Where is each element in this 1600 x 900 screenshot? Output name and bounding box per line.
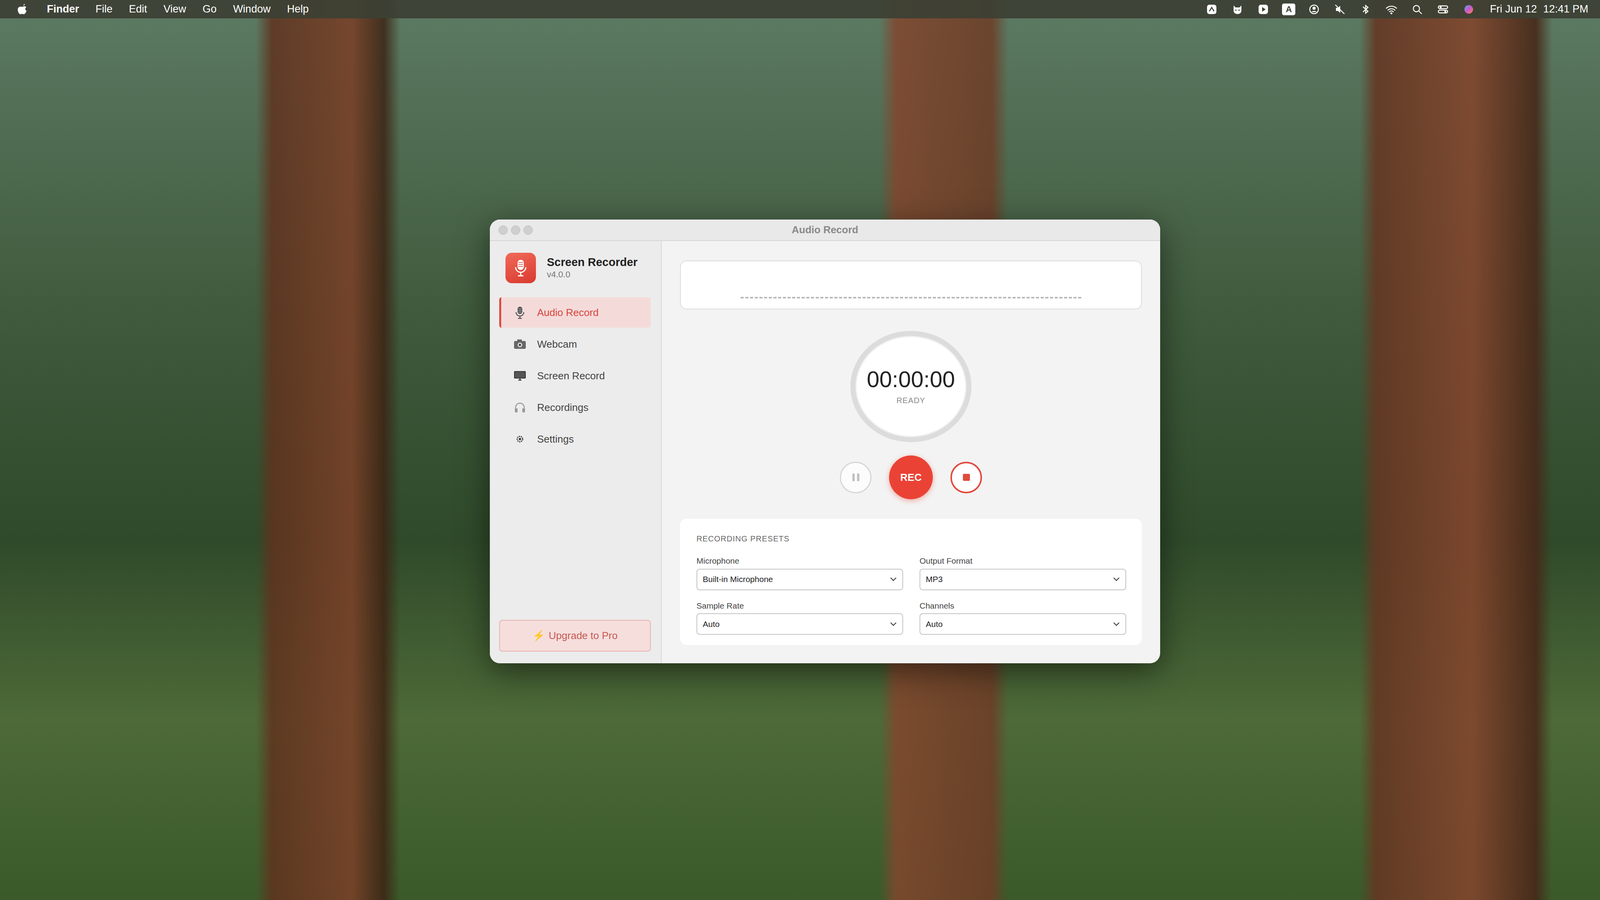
chevron-down-icon bbox=[1112, 576, 1120, 582]
app-status-icon bbox=[1204, 2, 1219, 17]
menu-item[interactable]: Help bbox=[287, 0, 309, 19]
siri-icon bbox=[1461, 2, 1476, 17]
pause-bar bbox=[852, 473, 855, 482]
menu-item[interactable]: View bbox=[163, 0, 187, 19]
title-bar: Audio Record bbox=[489, 219, 1161, 242]
bolt-icon: ⚡ bbox=[532, 628, 545, 644]
window-controls bbox=[498, 225, 792, 235]
pause-icon bbox=[851, 473, 861, 482]
pause-bar bbox=[857, 473, 860, 482]
user-icon bbox=[1307, 2, 1322, 17]
sidebar-item-label: Screen Record bbox=[537, 368, 605, 384]
sidebar: Screen Recorderv4.0.0 Audio Record Webcam S… bbox=[489, 241, 662, 664]
sidebar-item-label: Webcam bbox=[537, 336, 577, 352]
preset-field: Sample Rate Auto bbox=[696, 599, 904, 636]
chevron-down-icon bbox=[889, 621, 897, 627]
sidebar-item[interactable]: Webcam bbox=[499, 328, 651, 360]
pause-button[interactable] bbox=[839, 461, 872, 494]
preset-label: Output Format bbox=[919, 554, 1127, 568]
control-center-icon bbox=[1435, 2, 1450, 17]
sidebar-item[interactable]: Audio Record bbox=[499, 297, 651, 328]
app-header: Screen Recorderv4.0.0 bbox=[499, 252, 651, 284]
record-button[interactable]: REC bbox=[889, 455, 933, 500]
search-icon bbox=[1410, 2, 1425, 17]
close-button[interactable] bbox=[498, 225, 508, 235]
main-pane: 00:00:00 READY REC RECORDING PRESETS Microph… bbox=[661, 241, 1161, 664]
waveform bbox=[680, 260, 1142, 310]
clock-time: 12:41 PM bbox=[1542, 3, 1589, 15]
microphone-icon bbox=[512, 305, 527, 320]
menu-bar-right: A Fri Jun 12 12:41 PM bbox=[1192, 1, 1589, 18]
stop-button[interactable] bbox=[950, 461, 983, 494]
timer-status: READY bbox=[896, 394, 926, 407]
window-body: Screen Recorderv4.0.0 Audio Record Webcam S… bbox=[489, 241, 1161, 664]
waveform-baseline bbox=[740, 296, 1082, 299]
window-title: Audio Record bbox=[791, 222, 859, 238]
presets-title: RECORDING PRESETS bbox=[696, 532, 1127, 545]
preset-label: Sample Rate bbox=[696, 599, 904, 613]
menu-item[interactable]: Edit bbox=[128, 0, 148, 19]
preset-dropdown[interactable]: Auto bbox=[919, 613, 1127, 635]
sidebar-item-label: Settings bbox=[537, 431, 574, 447]
menu-item[interactable]: File bbox=[95, 0, 113, 19]
sidebar-item-label: Audio Record bbox=[537, 305, 599, 321]
sidebar-item[interactable]: Screen Record bbox=[499, 360, 651, 392]
presets-grid: Microphone Built-in Microphone Output Form… bbox=[696, 554, 1127, 635]
sidebar-spacer bbox=[499, 455, 651, 620]
app-name: Screen Recorder bbox=[546, 255, 638, 270]
webcam-icon bbox=[512, 337, 527, 352]
menu-item[interactable]: Go bbox=[202, 0, 217, 19]
stop-icon bbox=[962, 473, 970, 481]
app-version: v4.0.0 bbox=[546, 269, 638, 281]
monitor-icon bbox=[512, 368, 527, 383]
preset-field: Microphone Built-in Microphone bbox=[696, 554, 904, 591]
app-menu[interactable]: Finder bbox=[46, 0, 80, 19]
upgrade-button[interactable]: ⚡Upgrade to Pro bbox=[499, 619, 651, 652]
recording-presets: RECORDING PRESETS Microphone Built-in Micr… bbox=[680, 518, 1142, 645]
timer-display: 00:00:00 bbox=[866, 366, 956, 392]
sidebar-item[interactable]: Recordings bbox=[499, 392, 651, 423]
app-window: Audio Record Screen Recorderv4.0.0 Audio … bbox=[489, 219, 1161, 664]
menu-bar-clock[interactable]: Fri Jun 12 12:41 PM bbox=[1489, 1, 1589, 18]
preset-dropdown[interactable]: Built-in Microphone bbox=[696, 568, 904, 591]
preset-dropdown[interactable]: Auto bbox=[696, 613, 904, 635]
timer-dial: 00:00:00 READY bbox=[850, 330, 972, 443]
wifi-icon bbox=[1384, 2, 1399, 17]
preset-value: MP3 bbox=[925, 573, 943, 586]
play-icon bbox=[1256, 2, 1271, 17]
preset-value: Auto bbox=[925, 617, 943, 631]
cat-icon bbox=[1230, 2, 1245, 17]
preset-value: Auto bbox=[702, 617, 720, 631]
microphone-logo-icon bbox=[505, 252, 536, 284]
preset-label: Channels bbox=[919, 599, 1127, 613]
mute-icon bbox=[1332, 2, 1347, 17]
preset-field: Output Format MP3 bbox=[919, 554, 1127, 591]
gear-icon bbox=[512, 432, 527, 447]
preset-label: Microphone bbox=[696, 554, 904, 568]
apple-icon bbox=[15, 2, 30, 17]
chevron-down-icon bbox=[889, 576, 897, 582]
desktop: Finder File Edit View Go Window Help A Fri Jun … bbox=[0, 0, 1600, 900]
menu-bar-left: Finder File Edit View Go Window Help bbox=[15, 0, 325, 19]
sidebar-item[interactable]: Settings bbox=[499, 423, 651, 455]
input-source-menu[interactable]: A bbox=[1282, 3, 1296, 16]
menu-item[interactable]: Window bbox=[233, 0, 271, 19]
headphones-icon bbox=[512, 400, 527, 415]
preset-field: Channels Auto bbox=[919, 599, 1127, 636]
minimize-button[interactable] bbox=[510, 225, 521, 235]
clock-date: Fri Jun 12 bbox=[1489, 3, 1537, 15]
app-title: Screen Recorderv4.0.0 bbox=[546, 255, 638, 281]
preset-value: Built-in Microphone bbox=[702, 573, 774, 586]
upgrade-label: Upgrade to Pro bbox=[548, 628, 618, 644]
preset-dropdown[interactable]: MP3 bbox=[919, 568, 1127, 591]
chevron-down-icon bbox=[1112, 621, 1120, 627]
recorder-controls: REC bbox=[839, 455, 983, 500]
menu-bar: Finder File Edit View Go Window Help A Fri Jun … bbox=[0, 0, 1600, 19]
bluetooth-icon bbox=[1358, 2, 1373, 17]
zoom-button[interactable] bbox=[523, 225, 533, 235]
sidebar-item-label: Recordings bbox=[537, 400, 589, 416]
